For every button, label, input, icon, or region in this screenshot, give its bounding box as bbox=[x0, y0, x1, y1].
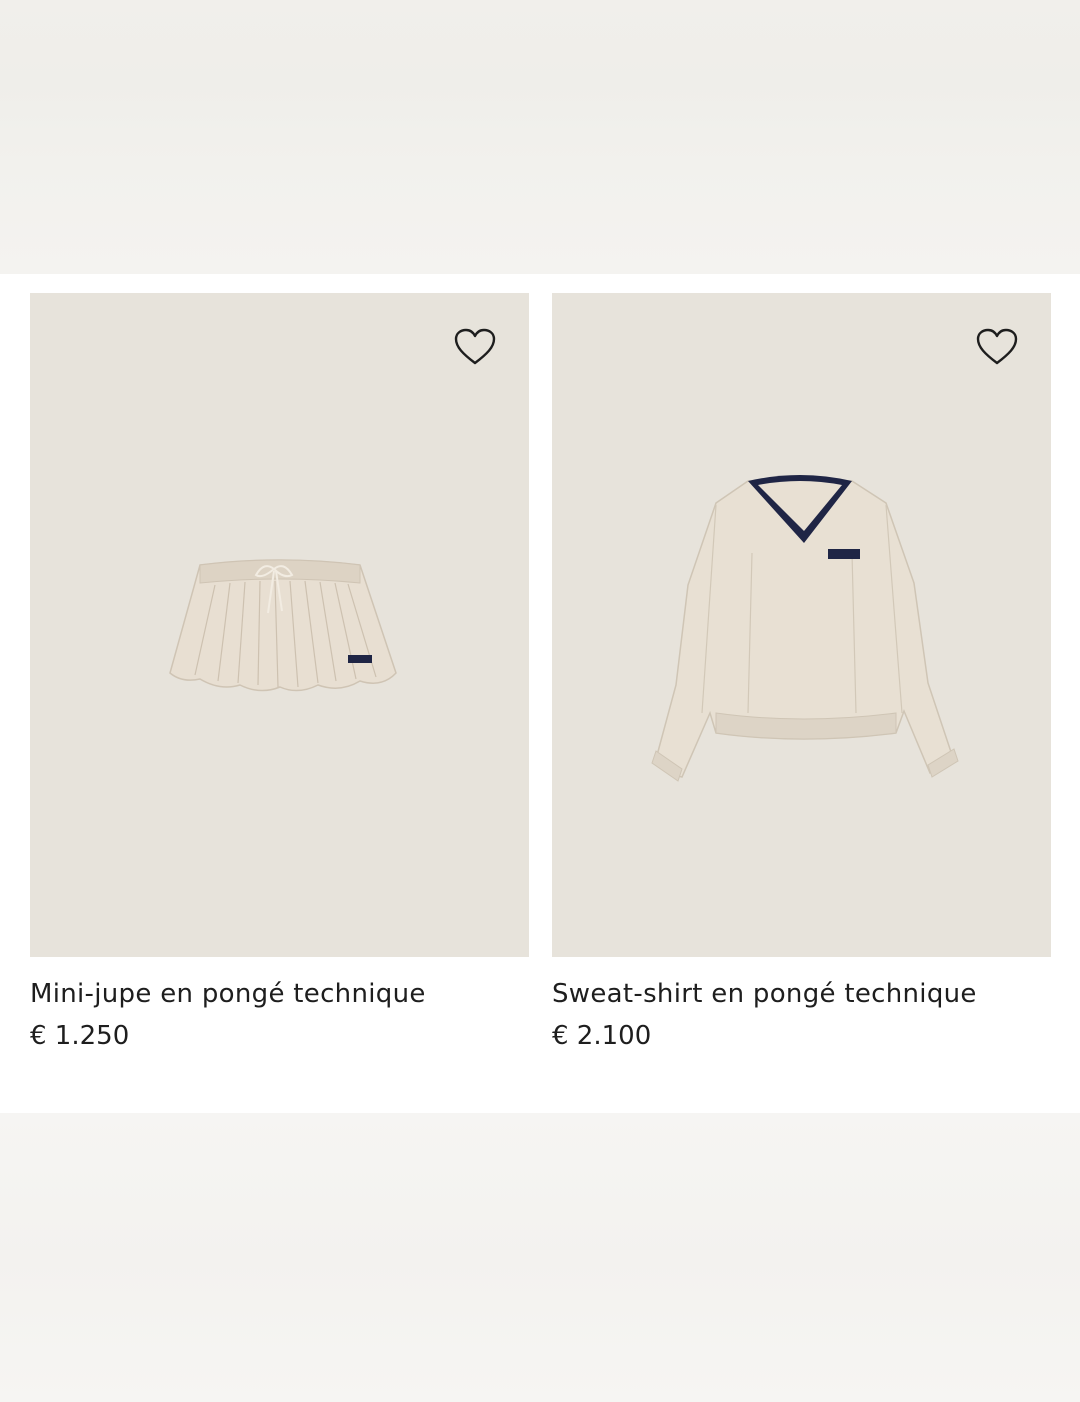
product-price: € 1.250 bbox=[30, 1021, 130, 1051]
product-title[interactable]: Mini-jupe en pongé technique bbox=[30, 979, 529, 1009]
product-image[interactable] bbox=[30, 293, 529, 957]
product-title[interactable]: Sweat-shirt en pongé technique bbox=[552, 979, 1051, 1009]
wishlist-heart-icon[interactable] bbox=[453, 327, 497, 367]
product-price: € 2.100 bbox=[552, 1021, 652, 1051]
product-card[interactable]: Mini-jupe en pongé technique € 1.250 bbox=[30, 293, 529, 1051]
sweatshirt-image bbox=[651, 475, 959, 782]
top-banner-area bbox=[0, 0, 1080, 274]
product-image[interactable] bbox=[552, 293, 1051, 957]
skirt-image bbox=[169, 559, 397, 692]
wishlist-heart-icon[interactable] bbox=[975, 327, 1019, 367]
bottom-banner-area bbox=[0, 1113, 1080, 1402]
product-card[interactable]: Sweat-shirt en pongé technique € 2.100 bbox=[552, 293, 1051, 1051]
